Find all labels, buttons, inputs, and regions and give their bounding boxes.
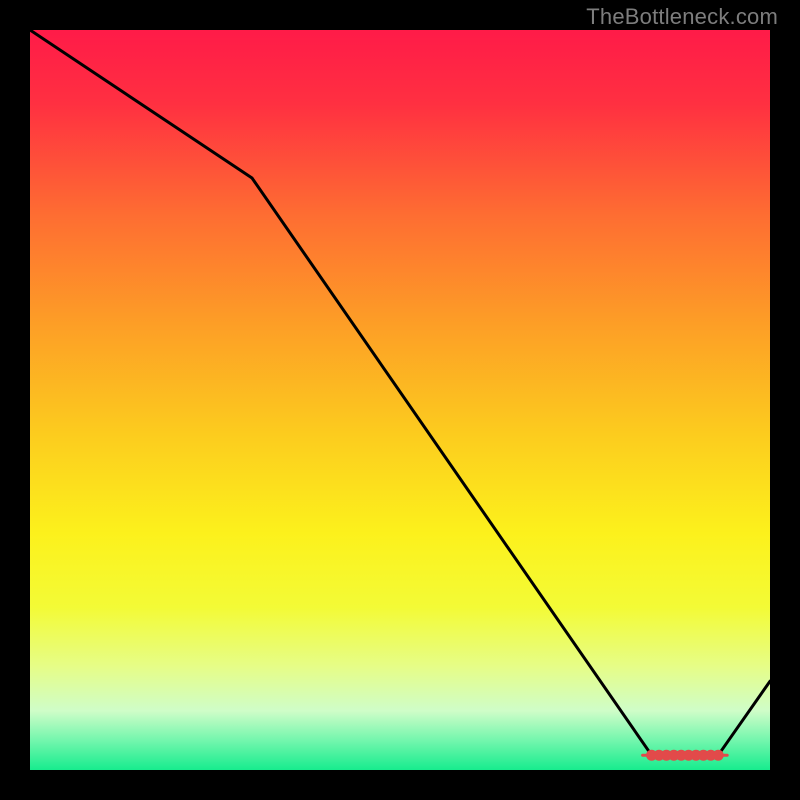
bottleneck-chart <box>30 30 770 770</box>
chart-frame: TheBottleneck.com <box>0 0 800 800</box>
chart-background-gradient <box>30 30 770 770</box>
plot-area <box>30 30 770 770</box>
optimal-range-markers <box>643 750 728 761</box>
credit-label: TheBottleneck.com <box>586 4 778 30</box>
